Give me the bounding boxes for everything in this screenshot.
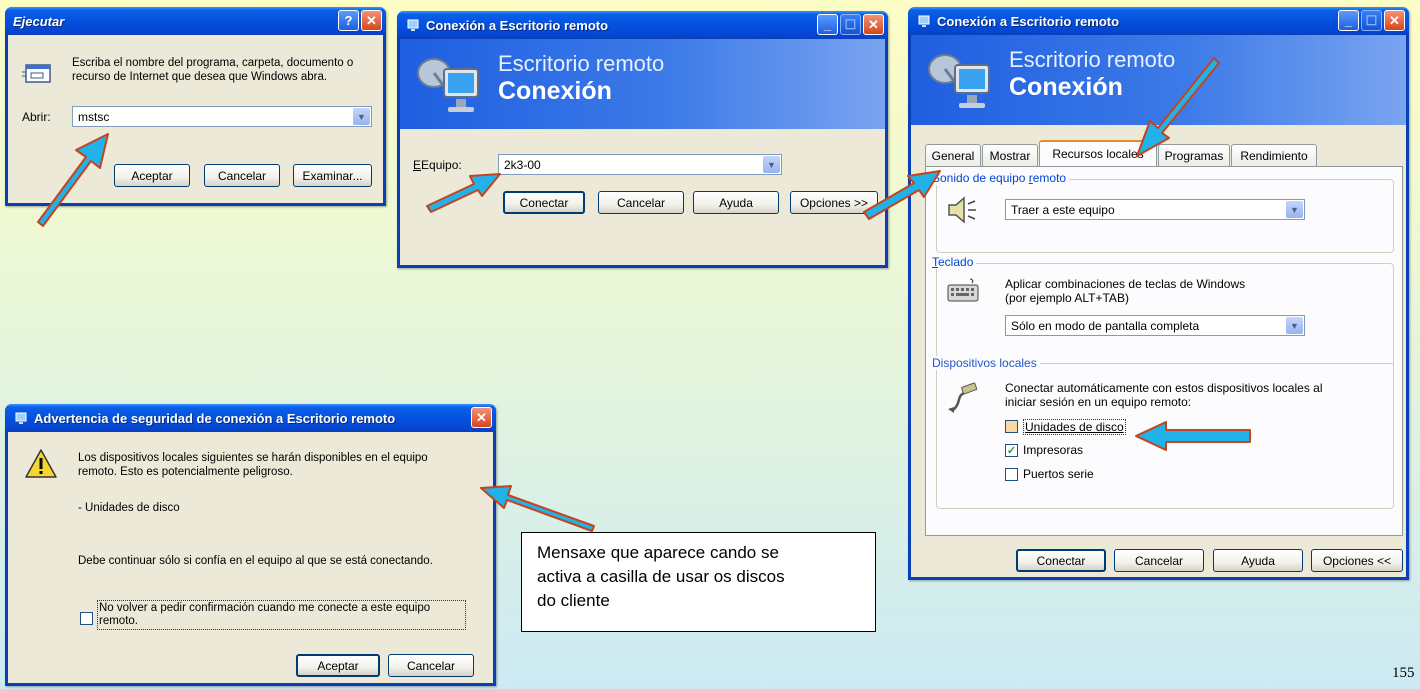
minimize-icon[interactable]: _: [1338, 10, 1359, 31]
devices-desc-1: Conectar automáticamente con estos dispo…: [1005, 381, 1323, 395]
open-combobox[interactable]: mstsc ▼: [72, 106, 372, 127]
close-icon[interactable]: ✕: [863, 14, 884, 35]
chevron-down-icon[interactable]: ▼: [353, 108, 370, 125]
keyboard-desc-2: (por ejemplo ALT+TAB): [1005, 291, 1129, 305]
close-icon[interactable]: ✕: [361, 10, 382, 31]
rdc-banner: Escritorio remoto Conexión: [911, 35, 1406, 125]
serial-ports-label[interactable]: Puertos serie: [1023, 467, 1094, 481]
ok-button[interactable]: Aceptar: [114, 164, 190, 187]
help-button[interactable]: Ayuda: [1213, 549, 1303, 572]
warning-titlebar[interactable]: Advertencia de seguridad de conexión a E…: [5, 404, 496, 432]
rdc-banner: Escritorio remoto Conexión: [400, 39, 885, 129]
dont-ask-checkbox[interactable]: [80, 612, 93, 625]
tab-mostrar[interactable]: Mostrar: [982, 144, 1038, 166]
cancel-button[interactable]: Cancelar: [598, 191, 684, 214]
keyboard-value: Sólo en modo de pantalla completa: [1011, 318, 1200, 333]
warning-device-item: - Unidades de disco: [78, 502, 180, 514]
tab-programas[interactable]: Programas: [1158, 144, 1230, 166]
rdc-small-titlebar[interactable]: Conexión a Escritorio remoto _ ☐ ✕: [397, 11, 888, 39]
warning-text-2: remoto. Esto es potencialmente peligroso…: [78, 466, 293, 478]
banner-line-2: Conexión: [498, 77, 612, 105]
dont-ask-label[interactable]: No volver a pedir confirmación cuando me…: [97, 600, 466, 630]
open-value: mstsc: [78, 109, 110, 124]
rdc-small-title: Conexión a Escritorio remoto: [426, 17, 609, 33]
maximize-icon[interactable]: ☐: [1361, 10, 1382, 31]
banner-line-1: Escritorio remoto: [1009, 47, 1176, 72]
minimize-icon[interactable]: _: [817, 14, 838, 35]
printers-checkbox[interactable]: ✓: [1005, 444, 1018, 457]
cancel-button[interactable]: Cancelar: [1114, 549, 1204, 572]
page-number: 155: [1392, 665, 1415, 681]
computer-satellite-icon: [925, 45, 997, 120]
rdc-large-dialog: Conexión a Escritorio remoto _ ☐ ✕ Escri…: [908, 7, 1409, 580]
callout-line-1: Mensaxe que aparece cando se: [537, 543, 779, 562]
options-button[interactable]: Opciones >>: [790, 191, 878, 214]
banner-line-1: Escritorio remoto: [498, 51, 665, 76]
run-description: Escriba el nombre del programa, carpeta,…: [72, 57, 354, 83]
chevron-down-icon[interactable]: ▼: [763, 156, 780, 173]
open-label: Abrir:: [22, 110, 51, 124]
serial-ports-checkbox[interactable]: [1005, 468, 1018, 481]
disk-drives-checkbox[interactable]: [1005, 420, 1018, 433]
warning-continue-text: Debe continuar sólo si confía en el equi…: [78, 555, 433, 567]
printers-label[interactable]: Impresoras: [1023, 443, 1083, 457]
sound-combobox[interactable]: Traer a este equipo ▼: [1005, 199, 1305, 220]
sound-value: Traer a este equipo: [1011, 202, 1115, 217]
disk-drives-label[interactable]: Unidades de disco: [1023, 419, 1126, 435]
rdc-small-dialog: Conexión a Escritorio remoto _ ☐ ✕ Escri…: [397, 11, 888, 268]
callout-box: Mensaxe que aparece cando se activa a ca…: [521, 532, 876, 632]
help-icon[interactable]: ?: [338, 10, 359, 31]
computer-label: EEquipo:: [413, 158, 462, 172]
chevron-down-icon[interactable]: ▼: [1286, 317, 1303, 334]
run-icon: [22, 63, 52, 85]
browse-button[interactable]: Examinar...: [293, 164, 372, 187]
computer-value: 2k3-00: [504, 157, 541, 172]
close-icon[interactable]: ✕: [1384, 10, 1405, 31]
run-dialog-titlebar[interactable]: Ejecutar ? ✕: [5, 7, 386, 35]
ok-button[interactable]: Aceptar: [296, 654, 380, 677]
devices-desc-2: iniciar sesión en un equipo remoto:: [1005, 395, 1192, 409]
keyboard-group-title: Teclado: [932, 255, 977, 269]
speaker-icon: [946, 195, 978, 228]
callout-line-3: do cliente: [537, 591, 610, 610]
warning-text-1: Los dispositivos locales siguientes se h…: [78, 452, 428, 464]
devices-group-title: Dispositivos locales: [932, 356, 1040, 370]
tab-general[interactable]: General: [925, 144, 981, 166]
cancel-button[interactable]: Cancelar: [204, 164, 280, 187]
rdc-app-icon: [405, 17, 421, 33]
rdc-large-title: Conexión a Escritorio remoto: [937, 13, 1120, 29]
cancel-button[interactable]: Cancelar: [388, 654, 474, 677]
keyboard-icon: [946, 277, 980, 306]
connect-button[interactable]: Conectar: [503, 191, 585, 214]
rdc-app-icon: [916, 13, 932, 29]
warning-title: Advertencia de seguridad de conexión a E…: [34, 410, 396, 426]
arrow-callout-to-warning: [480, 485, 595, 532]
close-icon[interactable]: ✕: [471, 407, 492, 428]
banner-line-2: Conexión: [1009, 73, 1123, 101]
security-warning-dialog: Advertencia de seguridad de conexión a E…: [5, 404, 496, 686]
keyboard-desc-1: Aplicar combinaciones de teclas de Windo…: [1005, 277, 1246, 291]
tab-recursos-locales[interactable]: Recursos locales: [1039, 140, 1157, 166]
run-dialog-title: Ejecutar: [13, 13, 65, 29]
warning-icon: [24, 448, 58, 483]
tab-rendimiento[interactable]: Rendimiento: [1231, 144, 1317, 166]
keyboard-combobox[interactable]: Sólo en modo de pantalla completa ▼: [1005, 315, 1305, 336]
tab-panel-recursos-locales: Sonido de equipo remoto Traer a este equ…: [925, 166, 1403, 536]
help-button[interactable]: Ayuda: [693, 191, 779, 214]
sound-group-title: Sonido de equipo remoto: [932, 171, 1070, 185]
chevron-down-icon[interactable]: ▼: [1286, 201, 1303, 218]
computer-satellite-icon: [414, 49, 486, 124]
rdc-large-titlebar[interactable]: Conexión a Escritorio remoto _ ☐ ✕: [908, 7, 1409, 35]
computer-combobox[interactable]: 2k3-00 ▼: [498, 154, 782, 175]
callout-line-2: activa a casilla de usar os discos: [537, 567, 785, 586]
maximize-icon[interactable]: ☐: [840, 14, 861, 35]
options-button[interactable]: Opciones <<: [1311, 549, 1403, 572]
plug-icon: [946, 381, 980, 418]
run-dialog: Ejecutar ? ✕ Escriba el nombre del progr…: [5, 7, 386, 206]
connect-button[interactable]: Conectar: [1016, 549, 1106, 572]
rdc-app-icon: [13, 410, 29, 426]
